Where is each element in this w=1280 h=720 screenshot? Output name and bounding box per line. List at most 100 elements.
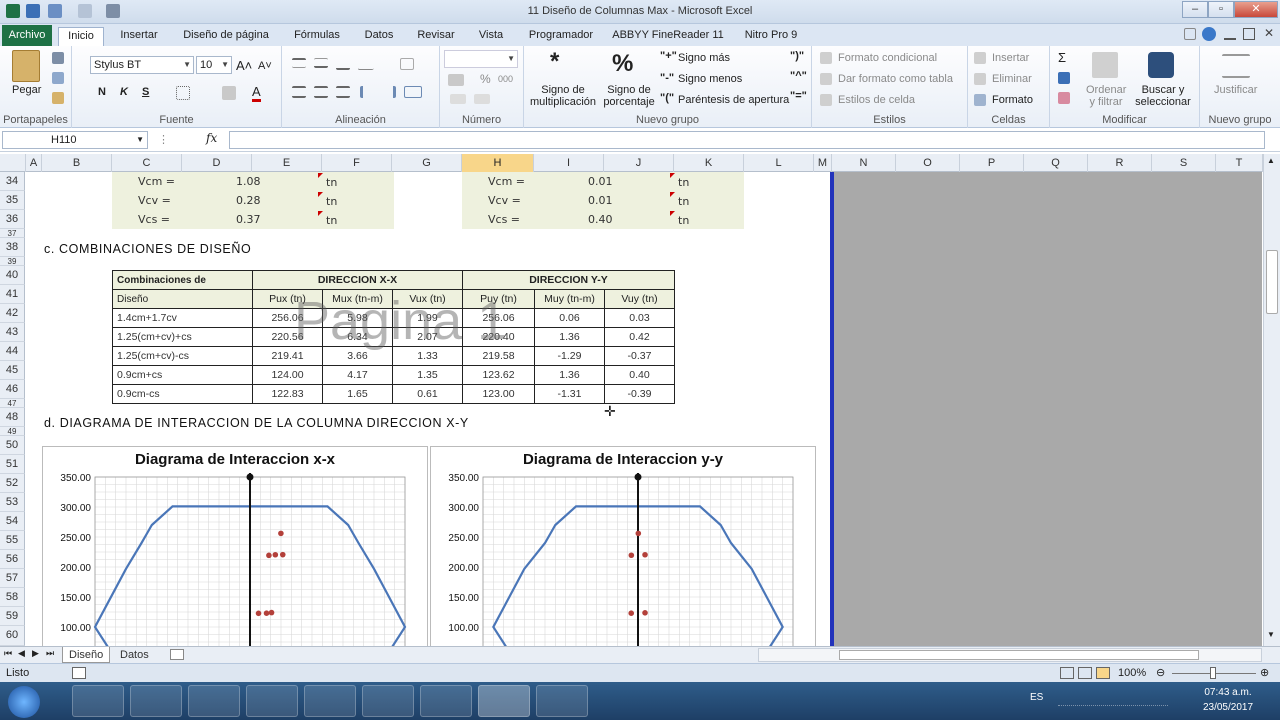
clear-icon[interactable] <box>1058 92 1070 104</box>
table-cell[interactable]: 123.00 <box>462 384 535 404</box>
find-select-icon[interactable] <box>1148 52 1174 78</box>
table-cell[interactable]: -0.39 <box>604 384 675 404</box>
find-select-button[interactable]: Buscar y seleccionar <box>1130 84 1196 108</box>
col-header[interactable]: F <box>322 154 392 172</box>
align-bottom-icon[interactable] <box>336 60 350 70</box>
select-all-corner[interactable] <box>0 154 26 172</box>
row-header[interactable]: 50 <box>0 436 25 455</box>
currency-icon[interactable] <box>448 74 464 86</box>
ribbon-collapse-icon[interactable] <box>1184 28 1196 40</box>
row-header[interactable]: 36 <box>0 210 25 229</box>
cell-styles-button[interactable]: Estilos de celda <box>838 94 915 106</box>
comment-marker[interactable] <box>318 211 323 216</box>
orientation-icon[interactable] <box>357 56 379 70</box>
col-header[interactable]: M <box>814 154 832 172</box>
shrink-font-icon[interactable]: A˅ <box>258 60 272 72</box>
col-header[interactable]: G <box>392 154 462 172</box>
row-header[interactable]: 35 <box>0 191 25 210</box>
table-cell[interactable]: -1.29 <box>534 346 605 366</box>
zoom-slider-handle[interactable] <box>1210 667 1216 679</box>
close-button[interactable]: ✕ <box>1234 1 1278 18</box>
sheet-nav-prev-icon[interactable]: ◀ <box>18 648 25 659</box>
minus-sign-icon[interactable]: "-" <box>660 72 674 84</box>
app-icon[interactable] <box>362 685 414 717</box>
hscroll-thumb[interactable] <box>839 650 1199 660</box>
font-color-icon[interactable]: A <box>252 84 261 102</box>
table-cell[interactable]: 1.36 <box>534 327 605 347</box>
app-icon[interactable] <box>304 685 356 717</box>
delete-cells-button[interactable]: Eliminar <box>992 73 1032 85</box>
col-header[interactable]: A <box>26 154 42 172</box>
row-header[interactable]: 60 <box>0 626 25 646</box>
worksheet[interactable]: Vcm = 1.08 tn Vcv = 0.28 tn Vcs = 0.37 t… <box>26 172 832 646</box>
tab-abbyy[interactable]: ABBYY FineReader 11 <box>612 27 724 46</box>
sort-filter-icon[interactable] <box>1092 52 1118 78</box>
language-indicator[interactable]: ES <box>1030 692 1043 703</box>
indent-decrease-icon[interactable] <box>360 86 374 98</box>
outside-print-area[interactable] <box>834 172 1262 646</box>
close-paren-button[interactable]: ")" <box>790 50 804 62</box>
new-sheet-icon[interactable] <box>170 649 184 660</box>
cell-styles-icon[interactable] <box>820 94 832 106</box>
align-left-icon[interactable] <box>292 86 306 98</box>
table-cell[interactable]: 1.35 <box>392 365 463 385</box>
scroll-up-icon[interactable]: ▲ <box>1267 156 1275 165</box>
row-header[interactable]: 46 <box>0 380 25 399</box>
sheet-tab-datos[interactable]: Datos <box>114 647 155 663</box>
comment-marker[interactable] <box>318 192 323 197</box>
row-header[interactable]: 56 <box>0 550 25 569</box>
percent-sign-button[interactable]: Signo de porcentaje <box>600 84 658 108</box>
open-paren-button[interactable]: Paréntesis de apertura <box>678 94 789 106</box>
sort-filter-button[interactable]: Ordenar y filtrar <box>1086 84 1126 108</box>
col-header[interactable]: O <box>896 154 960 172</box>
row-header[interactable]: 57 <box>0 569 25 588</box>
plus-sign-button[interactable]: Signo más <box>678 52 730 64</box>
cut-icon[interactable] <box>52 52 64 64</box>
italic-button[interactable]: K <box>120 86 128 98</box>
open-paren-icon[interactable]: "(" <box>660 92 674 104</box>
col-header[interactable]: N <box>832 154 896 172</box>
table-cell[interactable]: 0.9cm-cs <box>112 384 253 404</box>
name-box[interactable]: H110 ▼ <box>2 131 148 149</box>
workbook-close-icon[interactable]: ✕ <box>1264 26 1274 40</box>
align-middle-icon[interactable] <box>314 58 328 68</box>
chart-interaction-yy[interactable]: Diagrama de Interaccion y-y 350.00 300.00… <box>430 446 816 646</box>
table-cell[interactable]: -1.31 <box>534 384 605 404</box>
sheet-nav-last-icon[interactable]: ⏭ <box>46 648 54 659</box>
fill-color-icon[interactable] <box>222 86 236 100</box>
table-cell[interactable]: 0.03 <box>604 308 675 328</box>
underline-button[interactable]: S <box>142 86 149 98</box>
chrome-icon[interactable] <box>188 685 240 717</box>
app-icon[interactable] <box>420 685 472 717</box>
number-format-select[interactable]: ▼ <box>444 50 518 68</box>
col-header[interactable]: B <box>42 154 112 172</box>
tab-inicio[interactable]: Inicio <box>58 27 104 46</box>
row-header[interactable]: 44 <box>0 342 25 361</box>
row-header[interactable]: 55 <box>0 531 25 550</box>
row-header[interactable]: 54 <box>0 512 25 531</box>
macro-record-icon[interactable] <box>72 667 86 679</box>
formula-input[interactable] <box>229 131 1265 149</box>
sheet-tab-diseno[interactable]: Diseño <box>62 647 111 663</box>
table-cell[interactable]: 0.9cm+cs <box>112 365 253 385</box>
row-header[interactable]: 52 <box>0 474 25 493</box>
justify-button[interactable]: Justificar <box>1214 84 1257 96</box>
media-icon[interactable] <box>246 685 298 717</box>
clock-date[interactable]: 23/05/2017 <box>1188 702 1268 713</box>
conditional-format-button[interactable]: Formato condicional <box>838 52 937 64</box>
bold-button[interactable]: N <box>98 86 106 98</box>
row-header[interactable]: 47 <box>0 399 25 408</box>
table-cell[interactable]: 124.00 <box>252 365 323 385</box>
insert-cells-button[interactable]: Insertar <box>992 52 1029 64</box>
table-cell[interactable]: 1.4cm+1.7cv <box>112 308 253 328</box>
minus-sign-button[interactable]: Signo menos <box>678 73 742 85</box>
app-icon[interactable] <box>536 685 588 717</box>
copy-icon[interactable] <box>52 72 64 84</box>
tab-diseno-pagina[interactable]: Diseño de página <box>178 27 274 46</box>
clock-time[interactable]: 07:43 a.m. <box>1188 687 1268 698</box>
table-cell[interactable]: 1.65 <box>322 384 393 404</box>
row-header[interactable]: 41 <box>0 285 25 304</box>
zoom-out-icon[interactable]: ⊖ <box>1156 666 1165 679</box>
row-header[interactable]: 51 <box>0 455 25 474</box>
col-header[interactable]: Q <box>1024 154 1088 172</box>
